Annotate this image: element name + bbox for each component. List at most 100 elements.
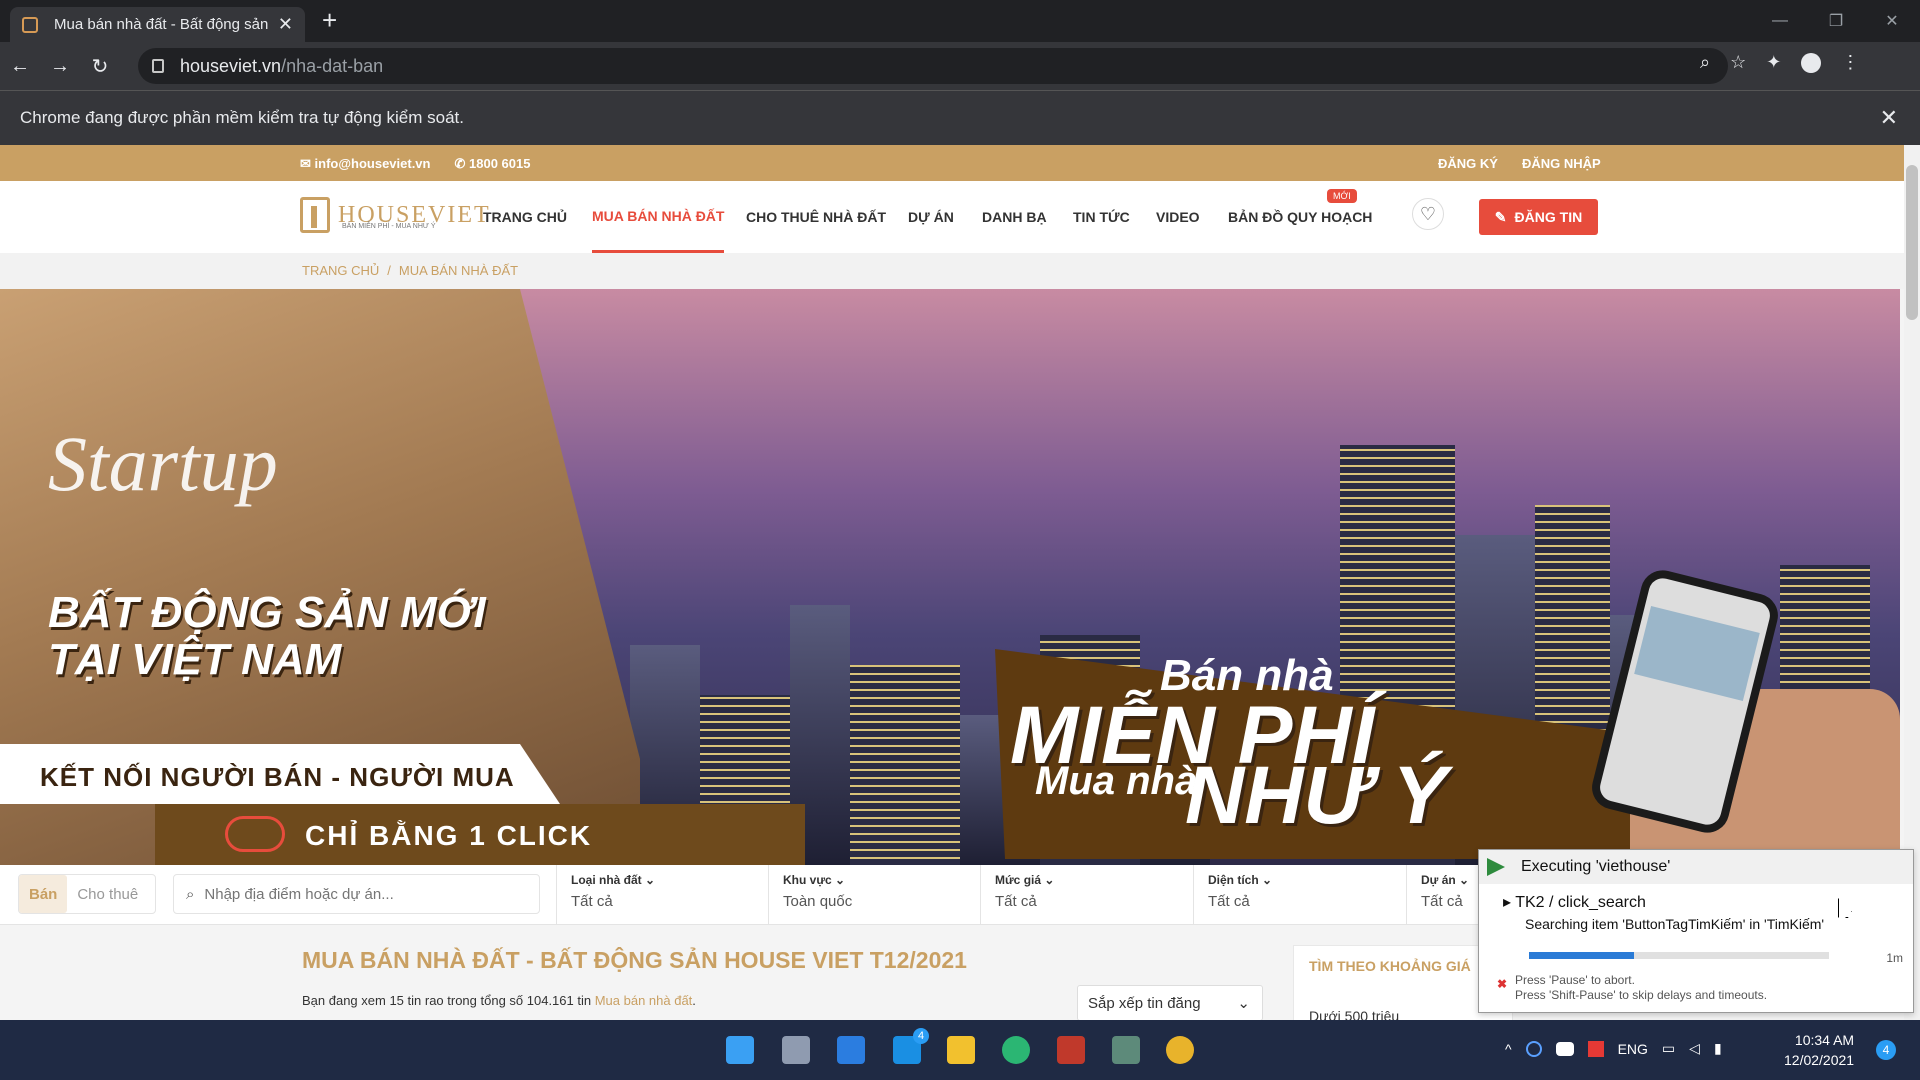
progress-fill: [1529, 952, 1634, 959]
discord-icon[interactable]: [1555, 1041, 1574, 1056]
breadcrumb: TRANG CHỦ / MUA BÁN NHÀ ĐẤT: [0, 253, 1904, 289]
filter-label: Mức giá: [995, 873, 1042, 887]
listing-summary: Bạn đang xem 15 tin rao trong tổng số 10…: [302, 993, 696, 1008]
login-link[interactable]: ĐĂNG NHẬP: [1522, 156, 1601, 171]
sort-label: Sắp xếp tin đăng: [1088, 995, 1201, 1012]
pointing-hand-icon: [225, 816, 285, 852]
mail-badge: 4: [913, 1028, 929, 1044]
nav-projects[interactable]: DỰ ÁN: [908, 181, 954, 253]
widgets-icon[interactable]: [837, 1036, 865, 1064]
phone-link[interactable]: ✆ 1800 6015: [454, 156, 530, 172]
phone-text: 1800 6015: [469, 156, 531, 171]
tab-rent[interactable]: Cho thuê: [67, 875, 148, 913]
taskbar-clock[interactable]: 10:34 AM 12/02/2021: [1784, 1030, 1854, 1070]
promo-buy-text: Mua nhà: [1035, 759, 1198, 803]
site-logo[interactable]: HOUSEVIET BÁN MIỄN PHÍ - MUA NHƯ Ý: [300, 197, 491, 233]
new-tab-button[interactable]: +: [322, 5, 337, 36]
profile-icon[interactable]: [1801, 53, 1822, 73]
site-top-strip: ✉ info@houseviet.vn ✆ 1800 6015 ĐĂNG KÝ …: [0, 145, 1904, 181]
promo-wish-text: NHƯ Ý: [1185, 750, 1448, 841]
filter-size[interactable]: Diện tích ⌄ Tất cả: [1193, 865, 1406, 925]
window-controls: — ❐ ✕: [1752, 0, 1920, 42]
pause-note: Press 'Pause' to abort.: [1515, 973, 1635, 987]
mail-icon[interactable]: 4: [893, 1028, 929, 1064]
language-indicator[interactable]: ENG: [1618, 1041, 1648, 1057]
zoom-icon[interactable]: ⌕: [1700, 52, 1710, 73]
nav-sale[interactable]: MUA BÁN NHÀ ĐẤT: [592, 181, 725, 253]
address-bar[interactable]: houseviet.vn/nha-dat-ban: [138, 48, 1728, 84]
banner-headline-1: BẤT ĐỘNG SẢN MỚI: [48, 588, 486, 637]
filter-value: Tất cả: [571, 893, 613, 910]
email-link[interactable]: ✉ info@houseviet.vn: [300, 156, 430, 172]
reload-icon[interactable]: ↻: [80, 54, 120, 79]
filter-price[interactable]: Mức giá ⌄ Tất cả: [980, 865, 1193, 925]
notification-badge[interactable]: 4: [1876, 1040, 1896, 1060]
filter-value: Tất cả: [995, 893, 1037, 910]
logo-mark-icon: [300, 197, 330, 233]
volume-icon[interactable]: ◁: [1689, 1040, 1700, 1057]
page-title: MUA BÁN NHÀ ĐẤT - BẤT ĐỘNG SẢN HOUSE VIE…: [302, 947, 967, 973]
filter-area[interactable]: Khu vực ⌄ Toàn quốc: [768, 865, 980, 925]
forward-icon[interactable]: →: [40, 55, 80, 78]
back-icon[interactable]: ←: [0, 55, 40, 78]
tab-sale[interactable]: Bán: [19, 875, 68, 913]
post-listing-label: ĐĂNG TIN: [1514, 209, 1583, 225]
chevron-down-icon: ⌄: [645, 873, 656, 887]
edge-icon[interactable]: [1002, 1036, 1030, 1064]
ranorex-icon[interactable]: [1057, 1036, 1085, 1064]
filter-property-type[interactable]: Loại nhà đất ⌄ Tất cả: [556, 865, 768, 925]
favorites-heart-icon[interactable]: ♡: [1412, 198, 1444, 230]
browser-tab[interactable]: Mua bán nhà đất - Bất động sản ✕: [10, 7, 305, 42]
breadcrumb-current[interactable]: MUA BÁN NHÀ ĐẤT: [399, 263, 518, 278]
sort-select[interactable]: Sắp xếp tin đăng ⌄: [1077, 985, 1263, 1021]
nav-home[interactable]: TRANG CHỦ: [483, 181, 567, 253]
hero-banner[interactable]: Startup BẤT ĐỘNG SẢN MỚI TẠI VIỆT NAM KẾ…: [0, 289, 1900, 865]
browser-menu-icon[interactable]: ⋮: [1841, 52, 1859, 73]
minimize-icon[interactable]: —: [1752, 12, 1808, 30]
new-badge: MỚI: [1327, 189, 1357, 203]
task-view-icon[interactable]: [782, 1036, 810, 1064]
popup-header: Executing 'viethouse': [1479, 850, 1913, 884]
chrome-icon[interactable]: [1166, 1036, 1194, 1064]
extensions-icon[interactable]: ✦: [1766, 52, 1781, 73]
post-listing-button[interactable]: ✎ ĐĂNG TIN: [1479, 199, 1598, 235]
filter-label: Khu vực: [783, 873, 832, 887]
file-explorer-icon[interactable]: [947, 1036, 975, 1064]
chevron-down-icon: ⌄: [1237, 995, 1250, 1012]
price-range-title: TÌM THEO KHOẢNG GIÁ: [1309, 958, 1471, 974]
clock-tray-icon[interactable]: [1525, 1040, 1542, 1057]
url-path: /nha-dat-ban: [281, 55, 384, 76]
nav-rent[interactable]: CHO THUÊ NHÀ ĐẤT: [746, 181, 886, 253]
logo-tagline: BÁN MIỄN PHÍ - MUA NHƯ Ý: [342, 223, 436, 230]
app-icon[interactable]: [1112, 1036, 1140, 1064]
search-input[interactable]: [204, 885, 505, 903]
battery-icon[interactable]: ▮: [1714, 1040, 1722, 1057]
step-text: TK2 / click_search: [1515, 894, 1646, 911]
filter-value: Toàn quốc: [783, 893, 853, 910]
register-link[interactable]: ĐĂNG KÝ: [1438, 156, 1498, 171]
filter-label: Loại nhà đất: [571, 873, 642, 887]
nav-news[interactable]: TIN TỨC: [1073, 181, 1130, 253]
building-shape: [850, 665, 960, 865]
summary-link[interactable]: Mua bán nhà đất: [595, 993, 693, 1008]
phone-screen: [1634, 605, 1760, 701]
infobar-close-icon[interactable]: ✕: [1880, 105, 1898, 131]
nav-video[interactable]: VIDEO: [1156, 181, 1200, 253]
start-icon[interactable]: [726, 1036, 754, 1064]
automation-infobar: Chrome đang được phần mềm kiểm tra tự độ…: [0, 90, 1920, 145]
breadcrumb-home[interactable]: TRANG CHỦ: [302, 263, 379, 278]
search-field[interactable]: ⌕: [173, 874, 540, 914]
chevron-down-icon: ⌄: [1459, 873, 1470, 887]
restore-icon[interactable]: ❐: [1808, 11, 1864, 31]
site-favicon-icon: [22, 16, 38, 33]
vivaldi-icon[interactable]: [1587, 1040, 1604, 1057]
tray-chevron-icon[interactable]: ^: [1505, 1041, 1512, 1057]
scrollbar-thumb[interactable]: [1906, 165, 1918, 320]
network-icon[interactable]: ▭: [1662, 1040, 1675, 1057]
close-window-icon[interactable]: ✕: [1864, 11, 1920, 31]
popup-detail: Searching item 'ButtonTagTimKiếm' in 'Ti…: [1525, 916, 1825, 932]
bookmark-star-icon[interactable]: ☆: [1730, 52, 1746, 73]
nav-directory[interactable]: DANH BẠ: [982, 181, 1047, 253]
progress-bar: [1529, 952, 1829, 959]
tab-close-icon[interactable]: ✕: [278, 14, 293, 35]
